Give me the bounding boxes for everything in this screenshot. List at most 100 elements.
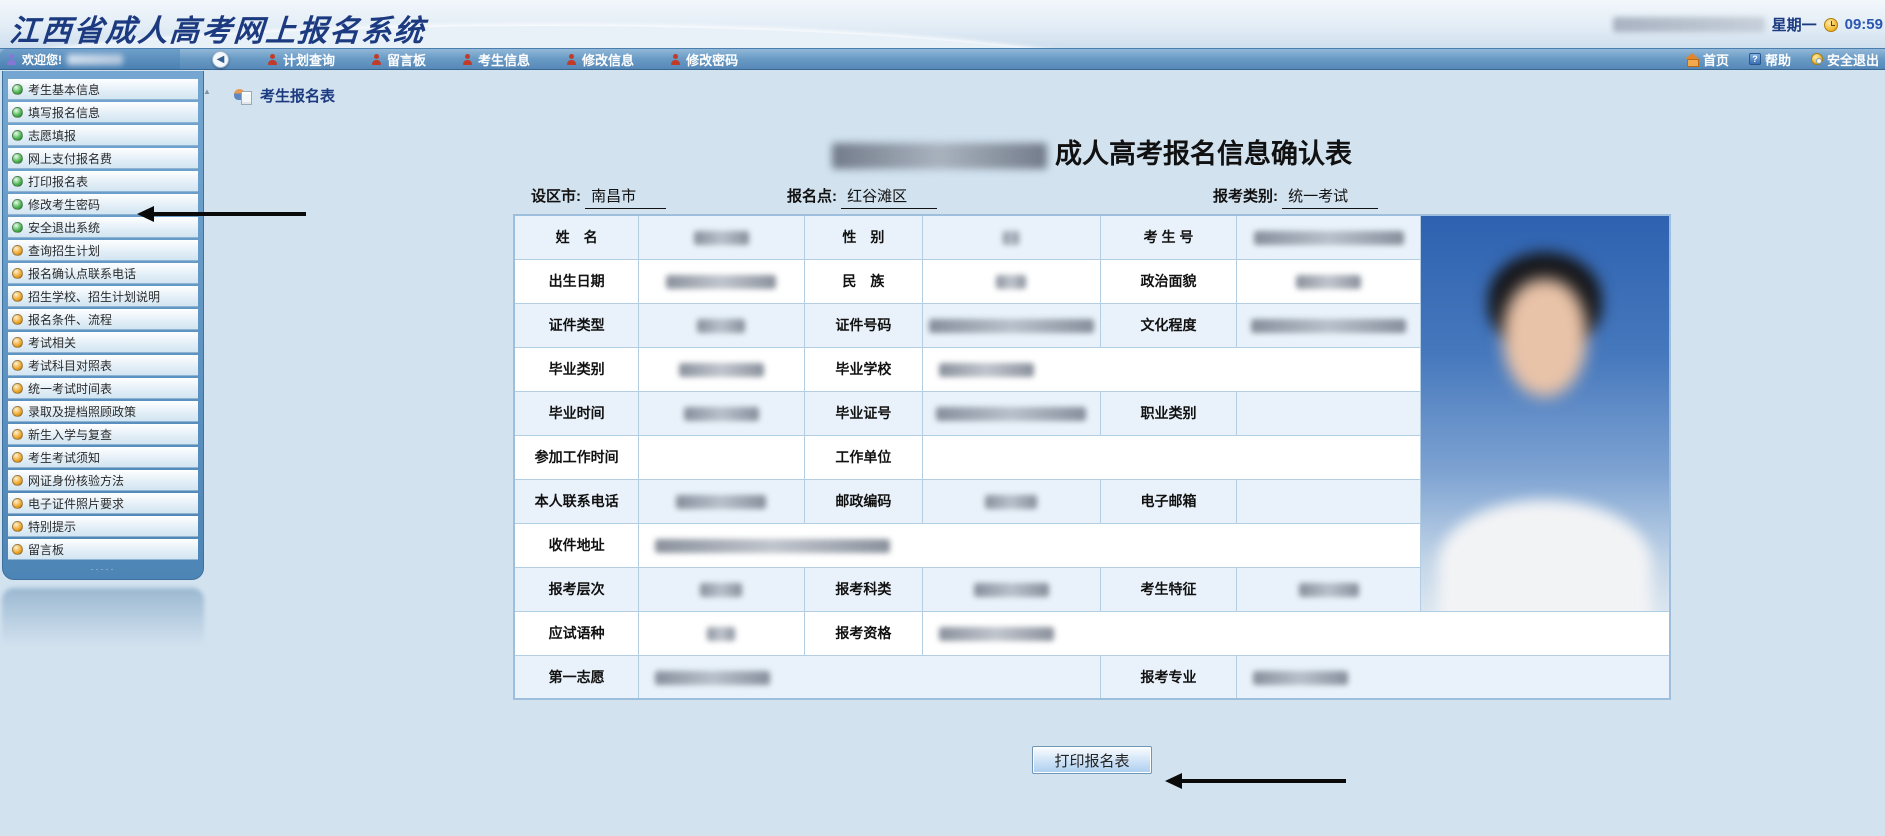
meta-value: 统一考试	[1282, 185, 1378, 209]
section-title: 考生报名表	[260, 85, 335, 106]
sidebar-item-2[interactable]: 填写报名信息	[8, 102, 198, 123]
sidebar-item-12[interactable]: 考试相关	[8, 332, 198, 353]
sidebar-item-8[interactable]: 查询招生计划	[8, 240, 198, 261]
photo-cell	[1420, 215, 1670, 611]
sidebar-item-7[interactable]: 安全退出系统	[8, 217, 198, 238]
field-label: 报考层次	[514, 567, 639, 611]
sidebar-collapse-handle[interactable]: ▲	[200, 71, 214, 836]
sidebar-item-4[interactable]: 网上支付报名费	[8, 148, 198, 169]
sidebar-item-label: 网上支付报名费	[28, 150, 112, 167]
sidebar-item-label: 留言板	[28, 541, 64, 558]
field-label: 工作单位	[804, 435, 923, 479]
sidebar-item-1[interactable]: 考生基本信息	[8, 79, 198, 100]
nav-right-label: 帮助	[1765, 50, 1791, 69]
sidebar-item-label: 志愿填报	[28, 127, 76, 144]
sidebar-item-14[interactable]: 统一考试时间表	[8, 378, 198, 399]
green-dot-icon	[12, 107, 23, 118]
field-label: 证件类型	[514, 303, 639, 347]
green-dot-icon	[12, 130, 23, 141]
field-value	[639, 215, 804, 259]
sidebar-item-label: 修改考生密码	[28, 196, 100, 213]
person-icon	[462, 54, 473, 65]
sidebar-item-3[interactable]: 志愿填报	[8, 125, 198, 146]
sidebar-item-label: 填写报名信息	[28, 104, 100, 121]
back-icon[interactable]: ◀	[212, 51, 229, 68]
nav-item-2[interactable]: 留言板	[371, 50, 426, 69]
form-title-prefix-redacted	[832, 143, 1047, 169]
datetime-area: 星期一 09:59	[1613, 14, 1883, 35]
page-body: 考生基本信息填写报名信息志愿填报网上支付报名费打印报名表修改考生密码安全退出系统…	[0, 71, 1885, 836]
nav-right-item-1[interactable]: 首页	[1685, 50, 1729, 69]
redacted-value	[996, 275, 1026, 289]
field-label: 参加工作时间	[514, 435, 639, 479]
field-label: 文化程度	[1100, 303, 1237, 347]
person-icon	[670, 54, 681, 65]
field-value	[1237, 479, 1420, 523]
sidebar-item-18[interactable]: 网证身份核验方法	[8, 470, 198, 491]
main-content: 考生报名表 成人高考报名信息确认表 设区市: 南昌市 报名点: 红谷滩区	[214, 71, 1885, 836]
nav-item-3[interactable]: 考生信息	[462, 50, 530, 69]
field-value	[923, 303, 1100, 347]
meta-exam-category: 报考类别: 统一考试	[1213, 185, 1378, 209]
sidebar-item-5[interactable]: 打印报名表	[8, 171, 198, 192]
green-dot-icon	[12, 84, 23, 95]
print-form-button[interactable]: 打印报名表	[1032, 746, 1152, 774]
nav-item-1[interactable]: 计划查询	[267, 50, 335, 69]
green-dot-icon	[12, 199, 23, 210]
meta-registration-point: 报名点: 红谷滩区	[787, 185, 937, 209]
field-label: 民 族	[804, 259, 923, 303]
orange-dot-icon	[12, 429, 23, 440]
logout-key-icon	[1811, 53, 1823, 65]
time-label: 09:59	[1845, 16, 1883, 33]
sidebar-item-label: 查询招生计划	[28, 242, 100, 259]
sidebar-item-15[interactable]: 录取及提档照顾政策	[8, 401, 198, 422]
help-icon: ?	[1749, 53, 1761, 65]
orange-dot-icon	[12, 406, 23, 417]
sidebar-item-9[interactable]: 报名确认点联系电话	[8, 263, 198, 284]
field-label: 第一志愿	[514, 655, 639, 699]
sidebar-item-label: 网证身份核验方法	[28, 472, 124, 489]
orange-dot-icon	[12, 245, 23, 256]
sidebar-item-17[interactable]: 考生考试须知	[8, 447, 198, 468]
nav-item-5[interactable]: 修改密码	[670, 50, 738, 69]
field-label: 职业类别	[1100, 391, 1237, 435]
orange-dot-icon	[12, 498, 23, 509]
orange-dot-icon	[12, 544, 23, 555]
sidebar-item-16[interactable]: 新生入学与复查	[8, 424, 198, 445]
form-title-text: 成人高考报名信息确认表	[1055, 139, 1352, 169]
field-label: 出生日期	[514, 259, 639, 303]
nav-right-item-2[interactable]: ? 帮助	[1749, 50, 1791, 69]
sidebar-item-label: 安全退出系统	[28, 219, 100, 236]
field-value	[639, 303, 804, 347]
id-photo-blurred	[1421, 216, 1669, 611]
nav-item-label: 计划查询	[283, 50, 335, 69]
meta-label: 报名点:	[787, 188, 837, 205]
sidebar-item-label: 特别提示	[28, 518, 76, 535]
form-meta-row: 设区市: 南昌市 报名点: 红谷滩区 报考类别: 统一考试	[513, 185, 1671, 209]
orange-dot-icon	[12, 475, 23, 486]
field-value	[639, 259, 804, 303]
sidebar-item-21[interactable]: 留言板	[8, 539, 198, 560]
sidebar-item-13[interactable]: 考试科目对照表	[8, 355, 198, 376]
sidebar-item-10[interactable]: 招生学校、招生计划说明	[8, 286, 198, 307]
field-label: 毕业类别	[514, 347, 639, 391]
sidebar-item-19[interactable]: 电子证件照片要求	[8, 493, 198, 514]
sidebar-item-11[interactable]: 报名条件、流程	[8, 309, 198, 330]
field-value	[639, 347, 804, 391]
person-icon	[566, 54, 577, 65]
person-icon	[267, 54, 278, 65]
welcome-label: 欢迎您!	[22, 51, 62, 68]
nav-right-item-3[interactable]: 安全退出	[1811, 50, 1879, 69]
redacted-value	[655, 671, 770, 685]
field-value	[1237, 303, 1420, 347]
sidebar-resize-handle[interactable]: ·····	[8, 562, 198, 575]
sidebar-item-6[interactable]: 修改考生密码	[8, 194, 198, 215]
nav-item-4[interactable]: 修改信息	[566, 50, 634, 69]
welcome-area: 欢迎您!	[0, 49, 180, 69]
green-dot-icon	[12, 176, 23, 187]
redacted-value	[684, 407, 759, 421]
sidebar-item-label: 考试相关	[28, 334, 76, 351]
field-value	[923, 347, 1420, 391]
field-label: 报考科类	[804, 567, 923, 611]
sidebar-item-20[interactable]: 特别提示	[8, 516, 198, 537]
